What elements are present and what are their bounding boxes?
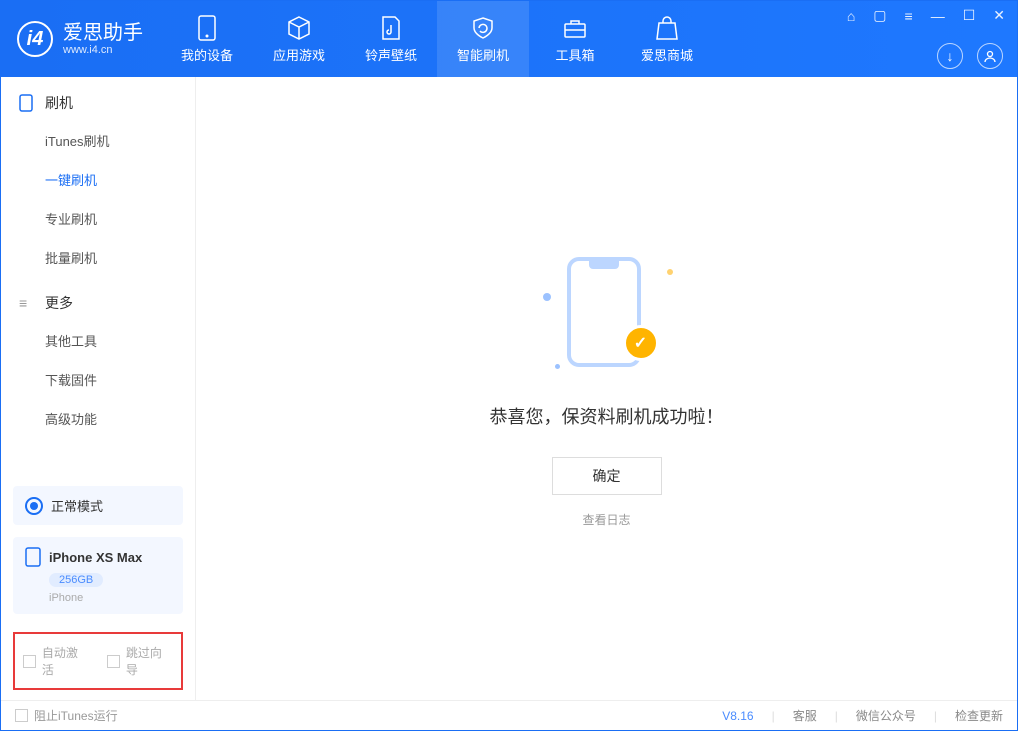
- mode-label: 正常模式: [51, 496, 103, 515]
- nav-label: 应用游戏: [273, 45, 325, 64]
- checkbox-box-icon: [23, 655, 36, 668]
- shirt-icon[interactable]: ⌂: [843, 6, 859, 26]
- mode-card[interactable]: 正常模式: [13, 486, 183, 525]
- options-row: 自动激活 跳过向导: [13, 632, 183, 690]
- check-update-link[interactable]: 检查更新: [955, 707, 1003, 724]
- sidebar-item-oneclick-flash[interactable]: 一键刷机: [1, 160, 195, 199]
- wechat-link[interactable]: 微信公众号: [856, 707, 916, 724]
- minimize-button[interactable]: —: [927, 6, 949, 26]
- nav-label: 工具箱: [555, 45, 594, 64]
- sidebar-item-download-firmware[interactable]: 下载固件: [1, 360, 195, 399]
- checkbox-box-icon: [107, 655, 120, 668]
- separator: |: [772, 709, 775, 723]
- window-controls: ⌂ ▢ ≡ — ☐ ✕: [843, 5, 1009, 26]
- close-button[interactable]: ✕: [989, 5, 1009, 26]
- sidebar-item-other-tools[interactable]: 其他工具: [1, 321, 195, 360]
- device-icon: [19, 94, 35, 112]
- checkmark-badge-icon: ✓: [623, 325, 659, 361]
- list-icon: ≡: [19, 295, 35, 311]
- status-bar: 阻止iTunes运行 V8.16 | 客服 | 微信公众号 | 检查更新: [1, 700, 1017, 730]
- nav-toolbox[interactable]: 工具箱: [529, 1, 621, 77]
- logo-area: i4 爱思助手 www.i4.cn: [1, 1, 161, 77]
- checkbox-label: 跳过向导: [126, 644, 173, 678]
- nav-apps-games[interactable]: 应用游戏: [253, 1, 345, 77]
- nav-label: 智能刷机: [457, 45, 509, 64]
- checkbox-label: 自动激活: [42, 644, 89, 678]
- device-name-row: iPhone XS Max: [25, 547, 171, 567]
- sidebar-section-more: ≡ 更多: [1, 277, 195, 321]
- sidebar-item-batch-flash[interactable]: 批量刷机: [1, 238, 195, 277]
- nav-label: 我的设备: [181, 45, 233, 64]
- nav-store[interactable]: 爱思商城: [621, 1, 713, 77]
- sidebar-section-flash: 刷机: [1, 77, 195, 121]
- sidebar-item-pro-flash[interactable]: 专业刷机: [1, 199, 195, 238]
- success-illustration: ✓: [537, 249, 677, 379]
- body-area: 刷机 iTunes刷机 一键刷机 专业刷机 批量刷机 ≡ 更多 其他工具 下载固…: [1, 77, 1017, 700]
- phone-icon: [194, 15, 220, 41]
- app-window: i4 爱思助手 www.i4.cn 我的设备 应用游戏 铃声壁纸 智能刷机: [0, 0, 1018, 731]
- nav-smart-flash[interactable]: 智能刷机: [437, 1, 529, 77]
- section-label: 更多: [45, 293, 73, 313]
- phone-icon: [25, 547, 41, 567]
- shopping-bag-icon: [654, 15, 680, 41]
- menu-icon[interactable]: ≡: [901, 6, 917, 26]
- music-file-icon: [378, 15, 404, 41]
- brand-name: 爱思助手: [63, 22, 143, 44]
- checkbox-block-itunes[interactable]: 阻止iTunes运行: [15, 707, 118, 724]
- success-message: 恭喜您，保资料刷机成功啦！: [490, 403, 724, 429]
- note-icon[interactable]: ▢: [869, 5, 890, 26]
- checkbox-label: 阻止iTunes运行: [34, 707, 118, 724]
- main-content: ✓ 恭喜您，保资料刷机成功啦！ 确定 查看日志: [196, 77, 1017, 700]
- section-label: 刷机: [45, 93, 73, 113]
- profile-button[interactable]: [977, 43, 1003, 69]
- footer-right: V8.16 | 客服 | 微信公众号 | 检查更新: [722, 707, 1003, 724]
- sparkle-icon: [555, 364, 560, 369]
- nav-ringtone-wallpaper[interactable]: 铃声壁纸: [345, 1, 437, 77]
- sparkle-icon: [543, 293, 551, 301]
- sparkle-icon: [667, 269, 673, 275]
- sidebar-item-advanced[interactable]: 高级功能: [1, 399, 195, 438]
- nav-my-device[interactable]: 我的设备: [161, 1, 253, 77]
- checkbox-box-icon: [15, 709, 28, 722]
- download-button[interactable]: ↓: [937, 43, 963, 69]
- maximize-button[interactable]: ☐: [959, 5, 980, 26]
- cube-icon: [286, 15, 312, 41]
- view-log-link[interactable]: 查看日志: [582, 511, 630, 528]
- nav-label: 爱思商城: [641, 45, 693, 64]
- toolbox-icon: [562, 15, 588, 41]
- nav-label: 铃声壁纸: [365, 45, 417, 64]
- separator: |: [835, 709, 838, 723]
- sidebar-item-itunes-flash[interactable]: iTunes刷机: [1, 121, 195, 160]
- storage-badge: 256GB: [49, 573, 103, 587]
- top-nav: 我的设备 应用游戏 铃声壁纸 智能刷机 工具箱 爱思商城: [161, 1, 713, 77]
- customer-service-link[interactable]: 客服: [793, 707, 817, 724]
- brand-subtitle: www.i4.cn: [63, 44, 143, 56]
- device-card[interactable]: iPhone XS Max 256GB iPhone: [13, 537, 183, 614]
- device-type: iPhone: [49, 592, 171, 604]
- checkbox-skip-guide[interactable]: 跳过向导: [107, 644, 173, 678]
- app-logo-icon: i4: [17, 21, 53, 57]
- refresh-shield-icon: [470, 15, 496, 41]
- separator: |: [934, 709, 937, 723]
- ok-button[interactable]: 确定: [552, 457, 662, 495]
- device-name: iPhone XS Max: [49, 550, 142, 565]
- sidebar: 刷机 iTunes刷机 一键刷机 专业刷机 批量刷机 ≡ 更多 其他工具 下载固…: [1, 77, 196, 700]
- version-label: V8.16: [722, 709, 753, 723]
- mode-indicator-icon: [25, 497, 43, 515]
- checkbox-auto-activate[interactable]: 自动激活: [23, 644, 89, 678]
- user-controls: ↓: [937, 43, 1003, 69]
- title-bar: i4 爱思助手 www.i4.cn 我的设备 应用游戏 铃声壁纸 智能刷机: [1, 1, 1017, 77]
